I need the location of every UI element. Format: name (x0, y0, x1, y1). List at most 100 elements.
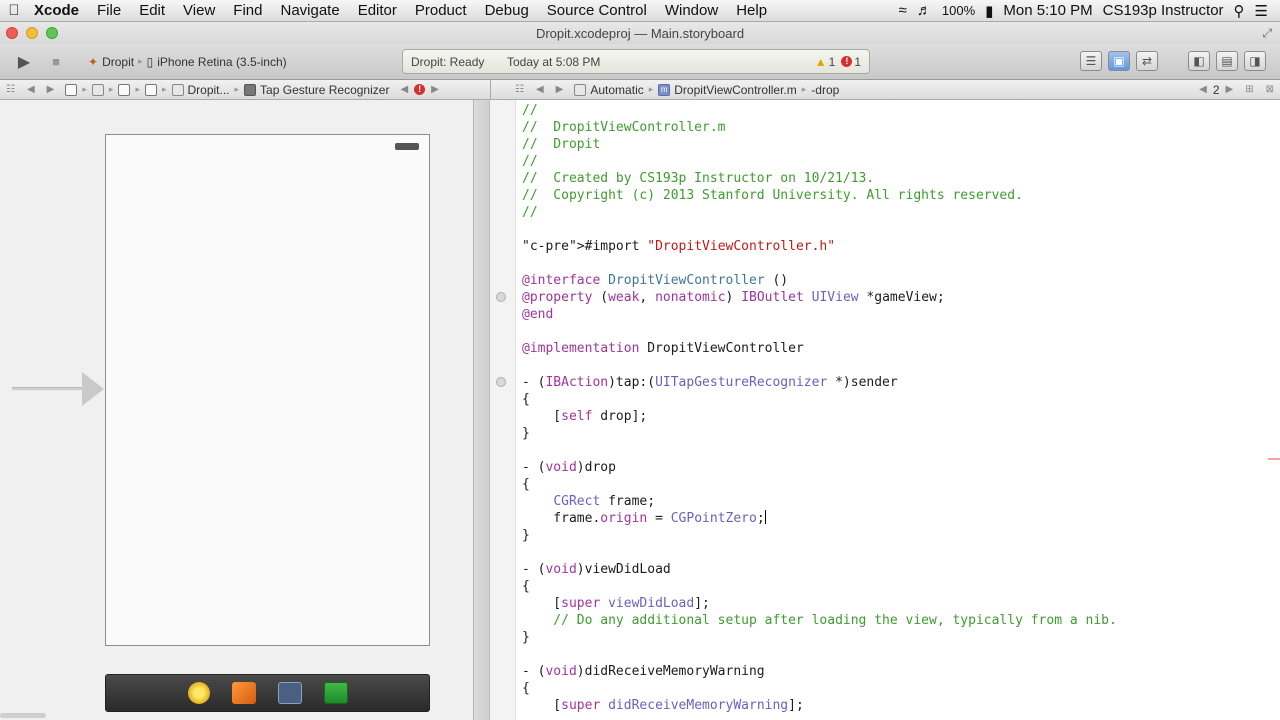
volume-icon[interactable]: ♬ (917, 2, 932, 19)
notification-center-icon[interactable]: ☰ (1255, 2, 1268, 20)
exit-icon[interactable] (277, 682, 302, 704)
toggle-navigator-button[interactable]: ◧ (1188, 51, 1210, 71)
editor-split-divider[interactable] (474, 100, 490, 720)
code-line[interactable]: ​ (522, 255, 1117, 272)
spotlight-search-icon[interactable]: ⚲ (1234, 2, 1245, 20)
menu-debug[interactable]: Debug (476, 2, 538, 19)
code-line[interactable]: { (522, 680, 1117, 697)
code-line[interactable]: - (void)didReceiveMemoryWarning (522, 663, 1117, 680)
view-controller-object-icon[interactable] (231, 682, 256, 704)
apple-menu-icon[interactable]:  (0, 2, 28, 19)
menu-window[interactable]: Window (656, 2, 727, 19)
toggle-debug-area-button[interactable]: ▤ (1216, 51, 1238, 71)
next-counterpart-icon[interactable]: ▶ (1220, 84, 1240, 95)
stop-button[interactable]: ■ (44, 51, 68, 73)
run-button[interactable]: ▶ (12, 51, 36, 73)
tap-gesture-recognizer-icon[interactable] (323, 682, 348, 704)
code-line[interactable]: @interface DropitViewController () (522, 272, 1117, 289)
code-line[interactable]: // (522, 204, 1117, 221)
menu-source-control[interactable]: Source Control (538, 2, 656, 19)
code-text[interactable]: //// DropitViewController.m// Dropit////… (522, 102, 1117, 714)
zoom-window-button[interactable] (46, 27, 58, 39)
menu-find[interactable]: Find (224, 2, 271, 19)
jumpbar-folder-crumb[interactable] (87, 83, 109, 96)
battery-icon[interactable]: ▮ (985, 2, 993, 20)
menu-edit[interactable]: Edit (130, 2, 174, 19)
code-line[interactable]: { (522, 476, 1117, 493)
source-editor[interactable]: //// DropitViewController.m// Dropit////… (516, 100, 1280, 720)
canvas-horizontal-scrollbar[interactable] (0, 713, 46, 718)
close-window-button[interactable] (6, 27, 18, 39)
code-line[interactable]: - (void)viewDidLoad (522, 561, 1117, 578)
code-line[interactable]: ​ (522, 544, 1117, 561)
code-line[interactable]: @property (weak, nonatomic) IBOutlet UIV… (522, 289, 1117, 306)
code-line[interactable]: - (void)drop (522, 459, 1117, 476)
previous-issue-icon[interactable]: ◀ (394, 84, 414, 95)
first-responder-icon[interactable] (187, 682, 210, 704)
assistant-back-arrow-icon[interactable]: ◀ (530, 84, 550, 95)
related-items-icon[interactable]: ☷ (0, 84, 21, 95)
activity-viewer[interactable]: Dropit: Ready Today at 5:08 PM ▲ 1 ! 1 (402, 49, 870, 74)
forward-arrow-icon[interactable]: ▶ (41, 84, 61, 95)
next-issue-icon[interactable]: ▶ (425, 84, 445, 95)
jumpbar-project-crumb[interactable] (60, 83, 82, 96)
menu-product[interactable]: Product (406, 2, 476, 19)
code-line[interactable]: } (522, 425, 1117, 442)
menu-clock[interactable]: Mon 5:10 PM (1003, 2, 1092, 19)
version-editor-button[interactable]: ⇄ (1136, 51, 1158, 71)
code-line[interactable]: ​ (522, 442, 1117, 459)
code-line[interactable]: - (IBAction)tap:(UITapGestureRecognizer … (522, 374, 1117, 391)
code-line[interactable]: // Dropit (522, 136, 1117, 153)
code-line[interactable]: [self drop]; (522, 408, 1117, 425)
assistant-forward-arrow-icon[interactable]: ▶ (550, 84, 570, 95)
back-arrow-icon[interactable]: ◀ (21, 84, 41, 95)
toggle-utilities-button[interactable]: ◨ (1244, 51, 1266, 71)
scheme-selector[interactable]: ✦ Dropit ▸ ▯ iPhone Retina (3.5-inch) (82, 55, 293, 69)
warning-indicator[interactable]: ▲ 1 (815, 55, 836, 69)
assistant-related-items-icon[interactable]: ☷ (509, 84, 530, 95)
issue-error-icon[interactable]: ! (414, 84, 426, 95)
code-line[interactable]: // (522, 153, 1117, 170)
jumpbar-gesture-crumb[interactable]: Tap Gesture Recognizer (239, 83, 394, 97)
code-line[interactable]: { (522, 578, 1117, 595)
code-line[interactable]: // DropitViewController.m (522, 119, 1117, 136)
code-line[interactable]: } (522, 527, 1117, 544)
error-indicator[interactable]: ! 1 (841, 55, 861, 69)
code-gutter[interactable] (490, 100, 516, 720)
code-line[interactable]: [super didReceiveMemoryWarning]; (522, 697, 1117, 714)
menu-editor[interactable]: Editor (349, 2, 406, 19)
code-line[interactable]: // (522, 102, 1117, 119)
jumpbar-storyboard-crumb[interactable] (113, 83, 135, 96)
code-line[interactable]: frame.origin = CGPointZero; (522, 510, 1117, 527)
close-assistant-icon[interactable]: ⊠ (1260, 84, 1280, 95)
jumpbar-controller-crumb[interactable]: Dropit... (167, 83, 235, 97)
action-connection-icon[interactable] (496, 377, 506, 387)
storyboard-canvas[interactable] (0, 100, 474, 720)
view-controller-scene[interactable] (105, 134, 430, 646)
code-line[interactable]: // Copyright (c) 2013 Stanford Universit… (522, 187, 1117, 204)
code-line[interactable]: @implementation DropitViewController (522, 340, 1117, 357)
minimize-window-button[interactable] (26, 27, 38, 39)
jumpbar-scene-crumb[interactable] (140, 83, 162, 96)
assistant-file-crumb[interactable]: m DropitViewController.m (653, 83, 802, 97)
initial-scene-arrow[interactable] (12, 372, 104, 406)
code-line[interactable]: CGRect frame; (522, 493, 1117, 510)
code-line[interactable]: [super viewDidLoad]; (522, 595, 1117, 612)
menu-view[interactable]: View (174, 2, 224, 19)
code-line[interactable]: // Created by CS193p Instructor on 10/21… (522, 170, 1117, 187)
assistant-mode-selector[interactable]: Automatic (569, 83, 648, 97)
outlet-connection-icon[interactable] (496, 292, 506, 302)
assistant-editor-button[interactable]: ▣ (1108, 51, 1130, 71)
assistant-symbol-crumb[interactable]: -drop (806, 83, 844, 97)
menu-help[interactable]: Help (727, 2, 776, 19)
code-line[interactable]: ​ (522, 221, 1117, 238)
code-line[interactable]: "c-pre">#import "DropitViewController.h" (522, 238, 1117, 255)
code-line[interactable]: { (522, 391, 1117, 408)
menu-file[interactable]: File (88, 2, 130, 19)
menu-app[interactable]: Xcode (28, 2, 88, 19)
code-line[interactable]: // Do any additional setup after loading… (522, 612, 1117, 629)
code-line[interactable]: ​ (522, 323, 1117, 340)
standard-editor-button[interactable]: ☰ (1080, 51, 1102, 71)
add-assistant-icon[interactable]: ⊞ (1239, 84, 1259, 95)
code-line[interactable]: ​ (522, 357, 1117, 374)
